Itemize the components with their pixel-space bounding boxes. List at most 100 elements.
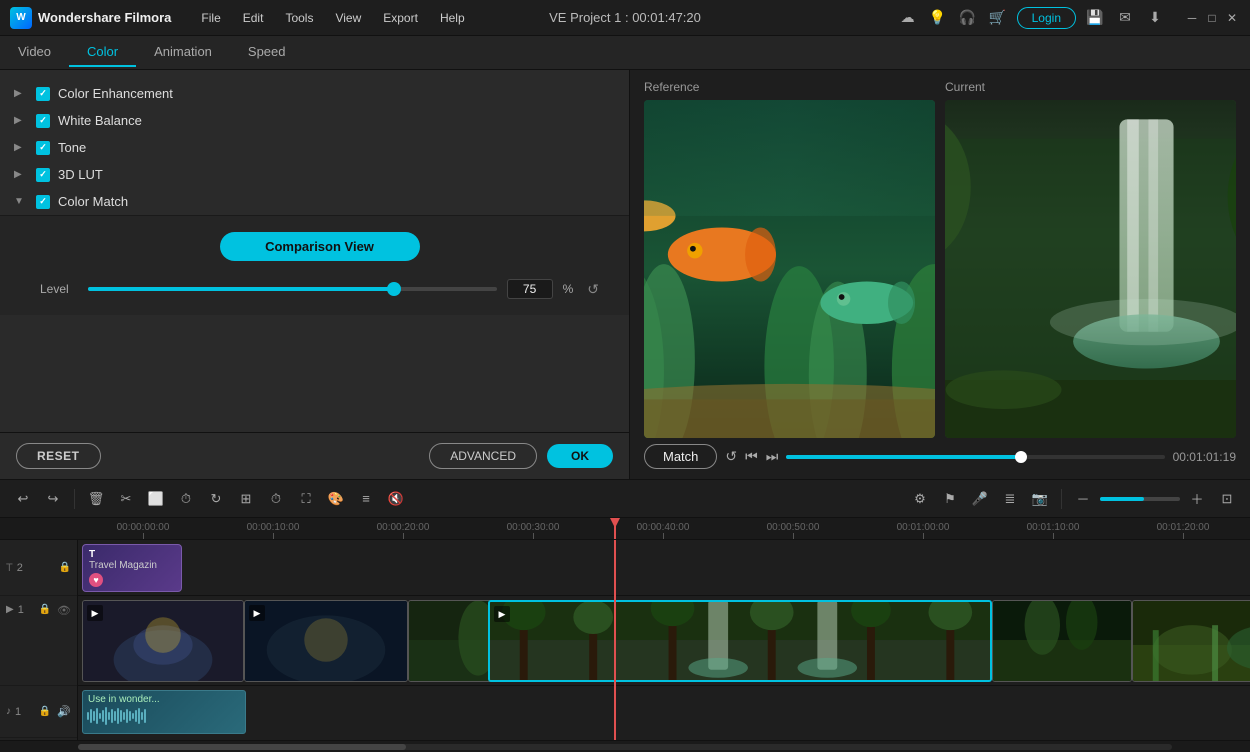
match-button[interactable]: Match	[644, 444, 717, 469]
audio-waveform	[83, 705, 245, 727]
zoom-slider[interactable]	[1100, 497, 1180, 501]
settings-icon[interactable]: ⚙	[907, 486, 933, 512]
crop-button[interactable]: ⬜	[143, 486, 169, 512]
login-button[interactable]: Login	[1017, 7, 1076, 29]
captions-icon[interactable]: ≣	[997, 486, 1023, 512]
bulb-icon[interactable]: 💡	[927, 7, 949, 29]
ruler-mark-8: 00:01:20:00	[1118, 522, 1248, 539]
zoom-in-icon[interactable]: ＋	[1184, 486, 1210, 512]
color-match-checkbox[interactable]	[36, 195, 50, 209]
section-color-enhancement[interactable]: ▶ Color Enhancement	[0, 80, 629, 107]
level-slider[interactable]	[88, 287, 497, 291]
ruler-mark-7: 00:01:10:00	[988, 522, 1118, 539]
section-white-balance[interactable]: ▶ White Balance	[0, 107, 629, 134]
snapshot-icon[interactable]: 📷	[1027, 486, 1053, 512]
redo-button[interactable]: ↪	[40, 486, 66, 512]
play-pause-icon[interactable]: ⏭	[766, 448, 779, 465]
project-title: VE Project 1 : 00:01:47:20	[549, 10, 701, 25]
lut-checkbox[interactable]	[36, 168, 50, 182]
audio-button[interactable]: ≡	[353, 486, 379, 512]
video-clip-5[interactable]	[992, 600, 1132, 682]
wave-bar	[102, 710, 104, 722]
video-clip-6[interactable]	[1132, 600, 1250, 682]
video-clip-2[interactable]: ▶	[244, 600, 408, 682]
wave-bar	[99, 713, 101, 719]
scrollbar-thumb[interactable]	[78, 744, 406, 750]
wave-bar	[96, 708, 98, 724]
zoom-fill	[1100, 497, 1144, 501]
save-icon[interactable]: 💾	[1084, 7, 1106, 29]
step-back-icon[interactable]: ⏮	[745, 448, 758, 465]
horizontal-scrollbar[interactable]	[0, 740, 1250, 752]
delete-button[interactable]: 🗑	[83, 486, 109, 512]
fit-icon[interactable]: ⊡	[1214, 486, 1240, 512]
mail-icon[interactable]: ✉	[1114, 7, 1136, 29]
level-value[interactable]: 75	[507, 279, 553, 299]
menu-file[interactable]: File	[191, 7, 230, 29]
markers-icon[interactable]: ⚑	[937, 486, 963, 512]
rewind-icon[interactable]: ↺	[725, 448, 737, 465]
menu-view[interactable]: View	[325, 7, 371, 29]
ruler-mark-6: 00:01:00:00	[858, 522, 988, 539]
headphone-icon[interactable]: 🎧	[957, 7, 979, 29]
cut-button[interactable]: ✂	[113, 486, 139, 512]
download-icon[interactable]: ⬇	[1144, 7, 1166, 29]
track-number-1: 1	[18, 604, 24, 616]
timeline-thumb[interactable]	[1015, 451, 1027, 463]
cart-icon[interactable]: 🛒	[987, 7, 1009, 29]
clip-play-icon-4: ▶	[494, 606, 510, 622]
title-clip[interactable]: T Travel Magazin ♥	[82, 544, 182, 592]
wave-bar	[93, 711, 95, 721]
audio-clip[interactable]: Use in wonder...	[82, 690, 246, 734]
tab-video[interactable]: Video	[0, 38, 69, 67]
menu-export[interactable]: Export	[373, 7, 428, 29]
ruler-line-5	[793, 533, 794, 539]
heart-icon: ♥	[89, 573, 103, 587]
section-tone[interactable]: ▶ Tone	[0, 134, 629, 161]
menu-tools[interactable]: Tools	[275, 7, 323, 29]
tab-animation[interactable]: Animation	[136, 38, 230, 67]
clip-play-icon-2: ▶	[249, 605, 265, 621]
tab-color[interactable]: Color	[69, 38, 136, 67]
pip-button[interactable]: ⊞	[233, 486, 259, 512]
section-3d-lut[interactable]: ▶ 3D LUT	[0, 161, 629, 188]
close-button[interactable]: ✕	[1224, 10, 1240, 26]
rotate-button[interactable]: ↻	[203, 486, 229, 512]
advanced-button[interactable]: ADVANCED	[429, 443, 537, 469]
reset-button[interactable]: RESET	[16, 443, 101, 469]
timer-button[interactable]: ⏱	[173, 486, 199, 512]
right-panel: Reference	[630, 70, 1250, 479]
mute-button[interactable]: 🔇	[383, 486, 409, 512]
video-clip-4-selected[interactable]: ▶	[488, 600, 992, 682]
tone-checkbox[interactable]	[36, 141, 50, 155]
wave-bar	[111, 709, 113, 723]
ruler-line-8	[1183, 533, 1184, 539]
color-button[interactable]: 🎨	[323, 486, 349, 512]
menu-help[interactable]: Help	[430, 7, 475, 29]
video-clip-1[interactable]: ▶	[82, 600, 244, 682]
toolbar-separator-2	[1061, 489, 1062, 509]
comparison-view-button[interactable]: Comparison View	[220, 232, 420, 261]
white-balance-checkbox[interactable]	[36, 114, 50, 128]
fullscreen-button[interactable]: ⛶	[293, 486, 319, 512]
cloud-icon[interactable]: ☁	[897, 7, 919, 29]
title-clip-label: Travel Magazin	[89, 560, 175, 571]
undo-button[interactable]: ↩	[10, 486, 36, 512]
speed-button[interactable]: ⏱	[263, 486, 289, 512]
minimize-button[interactable]: ─	[1184, 10, 1200, 26]
ok-button[interactable]: OK	[547, 444, 613, 468]
slider-thumb[interactable]	[387, 282, 401, 296]
current-svg	[945, 100, 1236, 438]
reset-level-icon[interactable]: ↺	[587, 281, 599, 298]
menu-edit[interactable]: Edit	[233, 7, 274, 29]
preview-timeline[interactable]	[786, 455, 1164, 459]
maximize-button[interactable]: □	[1204, 10, 1220, 26]
mic-icon[interactable]: 🎤	[967, 486, 993, 512]
ruler-label-1: 00:00:10:00	[247, 522, 300, 533]
color-enhancement-checkbox[interactable]	[36, 87, 50, 101]
zoom-out-icon[interactable]: －	[1070, 486, 1096, 512]
section-color-match[interactable]: ▼ Color Match	[0, 188, 629, 215]
tab-speed[interactable]: Speed	[230, 38, 304, 67]
track-label-audio: ♪ 1 🔒 🔊	[0, 686, 77, 738]
white-balance-label: White Balance	[58, 113, 142, 128]
